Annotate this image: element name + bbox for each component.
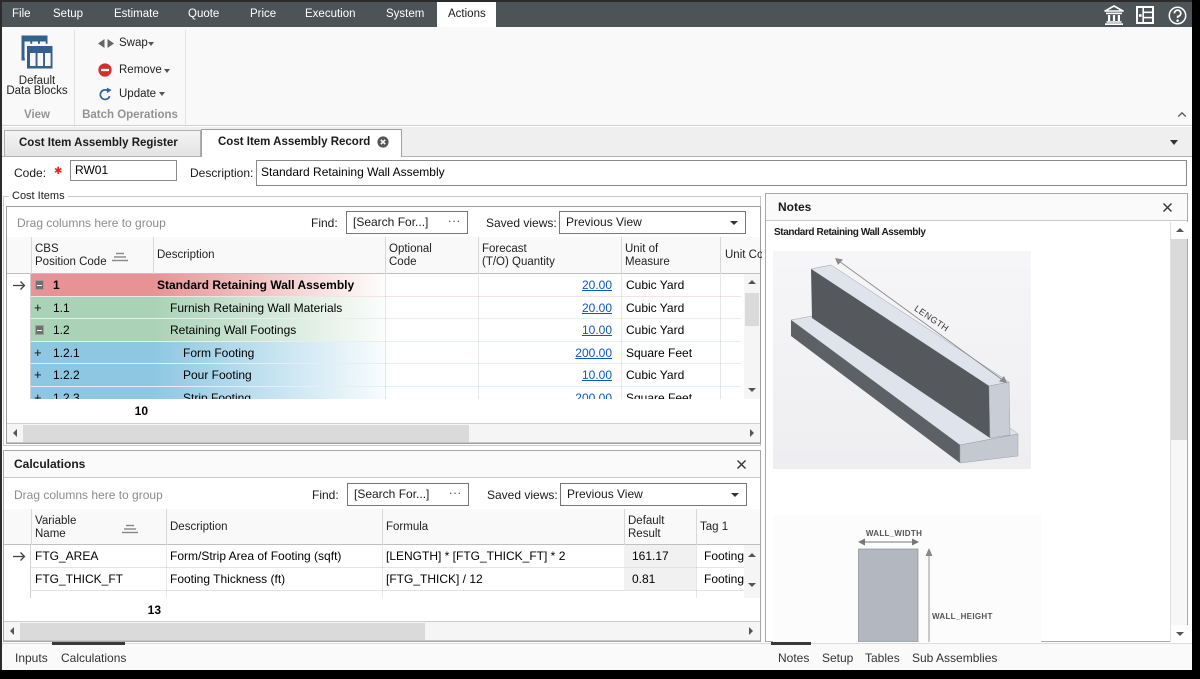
svg-text:WALL_WIDTH: WALL_WIDTH <box>866 529 922 538</box>
svg-text:WALL_HEIGHT: WALL_HEIGHT <box>932 612 993 621</box>
